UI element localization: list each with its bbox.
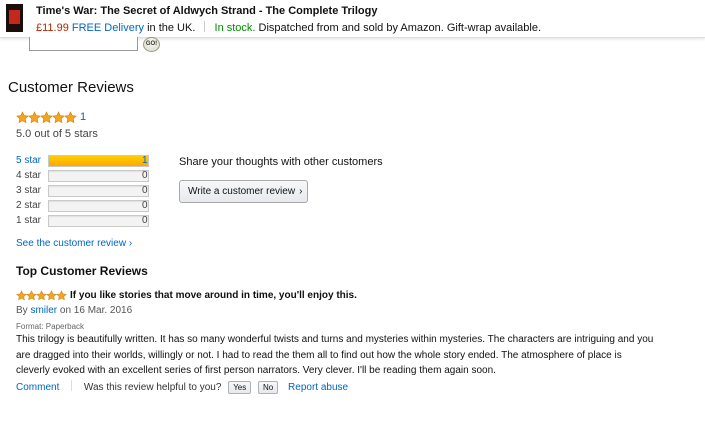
histogram-row: 2 star 0	[16, 200, 156, 212]
report-abuse-link[interactable]: Report abuse	[288, 382, 348, 393]
histogram-bar	[48, 170, 149, 182]
rating-count-link[interactable]: 1	[80, 111, 86, 123]
star-icon	[56, 290, 67, 301]
product-price: £11.99	[36, 22, 69, 34]
review-star-rating	[16, 290, 67, 302]
product-availability-line: £11.99 FREE Delivery in the UK. In stock…	[36, 21, 541, 34]
delivery-suffix: in the UK.	[147, 22, 196, 34]
review-title-link[interactable]: If you like stories that move around in …	[70, 290, 357, 301]
helpful-yes-button[interactable]: Yes	[228, 381, 252, 394]
write-review-button[interactable]: Write a customer review ›	[179, 180, 308, 203]
comment-link[interactable]: Comment	[16, 382, 59, 393]
histogram-count: 0	[142, 170, 148, 181]
histogram-bar	[48, 185, 149, 197]
review-body: This trilogy is beautifully written. It …	[16, 334, 654, 376]
stock-status: In stock.	[214, 22, 256, 34]
free-delivery-link[interactable]: FREE Delivery	[72, 22, 144, 34]
review-format: Format: Paperback	[16, 322, 85, 331]
go-button[interactable]: GO!	[143, 37, 160, 52]
review-byline: By smiler on 16 Mar. 2016	[16, 305, 132, 316]
histogram-count: 0	[142, 185, 148, 196]
product-thumbnail[interactable]	[6, 4, 23, 32]
histogram-bar	[48, 215, 149, 227]
write-review-label: Write a customer review	[188, 186, 296, 197]
book-cover-art	[9, 10, 20, 24]
average-star-rating	[16, 111, 77, 124]
helpful-no-button[interactable]: No	[258, 381, 279, 394]
review-author-link[interactable]: smiler	[30, 305, 57, 316]
histogram-count: 0	[142, 200, 148, 211]
histogram-bar	[48, 155, 149, 167]
histogram-bar-fill	[49, 156, 148, 166]
histogram-count: 1	[142, 155, 148, 166]
customer-reviews-heading: Customer Reviews	[8, 79, 134, 96]
product-header-bar: Time's War: The Secret of Aldwych Strand…	[0, 0, 705, 38]
top-reviews-heading: Top Customer Reviews	[16, 264, 148, 278]
histogram-row: 3 star 0	[16, 185, 156, 197]
histogram-star-label[interactable]: 5 star	[16, 155, 41, 167]
star-icon	[64, 111, 77, 124]
share-thoughts-text: Share your thoughts with other customers	[179, 156, 383, 168]
histogram-star-label: 3 star	[16, 185, 42, 196]
histogram-star-label: 1 star	[16, 215, 42, 226]
dispatch-info: Dispatched from and sold by Amazon. Gift…	[258, 22, 542, 34]
average-rating[interactable]: 1	[16, 111, 86, 125]
divider	[204, 21, 206, 32]
histogram-star-label: 4 star	[16, 170, 42, 181]
rating-summary-text: 5.0 out of 5 stars	[16, 128, 98, 140]
review-header: If you like stories that move around in …	[16, 290, 357, 302]
histogram-count: 0	[142, 215, 148, 226]
byline-prefix: By	[16, 305, 28, 316]
review-actions: Comment Was this review helpful to you? …	[16, 380, 348, 394]
review-date: on 16 Mar. 2016	[59, 305, 133, 316]
histogram-row[interactable]: 5 star 1	[16, 155, 156, 167]
product-title[interactable]: Time's War: The Secret of Aldwych Strand…	[36, 5, 377, 17]
search-input[interactable]	[29, 37, 138, 51]
histogram-star-label: 2 star	[16, 200, 42, 211]
see-all-reviews-link[interactable]: See the customer review ›	[16, 238, 132, 249]
histogram-bar	[48, 200, 149, 212]
histogram-row: 1 star 0	[16, 215, 156, 227]
chevron-right-icon: ›	[299, 186, 303, 197]
histogram-row: 4 star 0	[16, 170, 156, 182]
helpful-question: Was this review helpful to you?	[83, 382, 222, 393]
divider	[71, 380, 73, 391]
